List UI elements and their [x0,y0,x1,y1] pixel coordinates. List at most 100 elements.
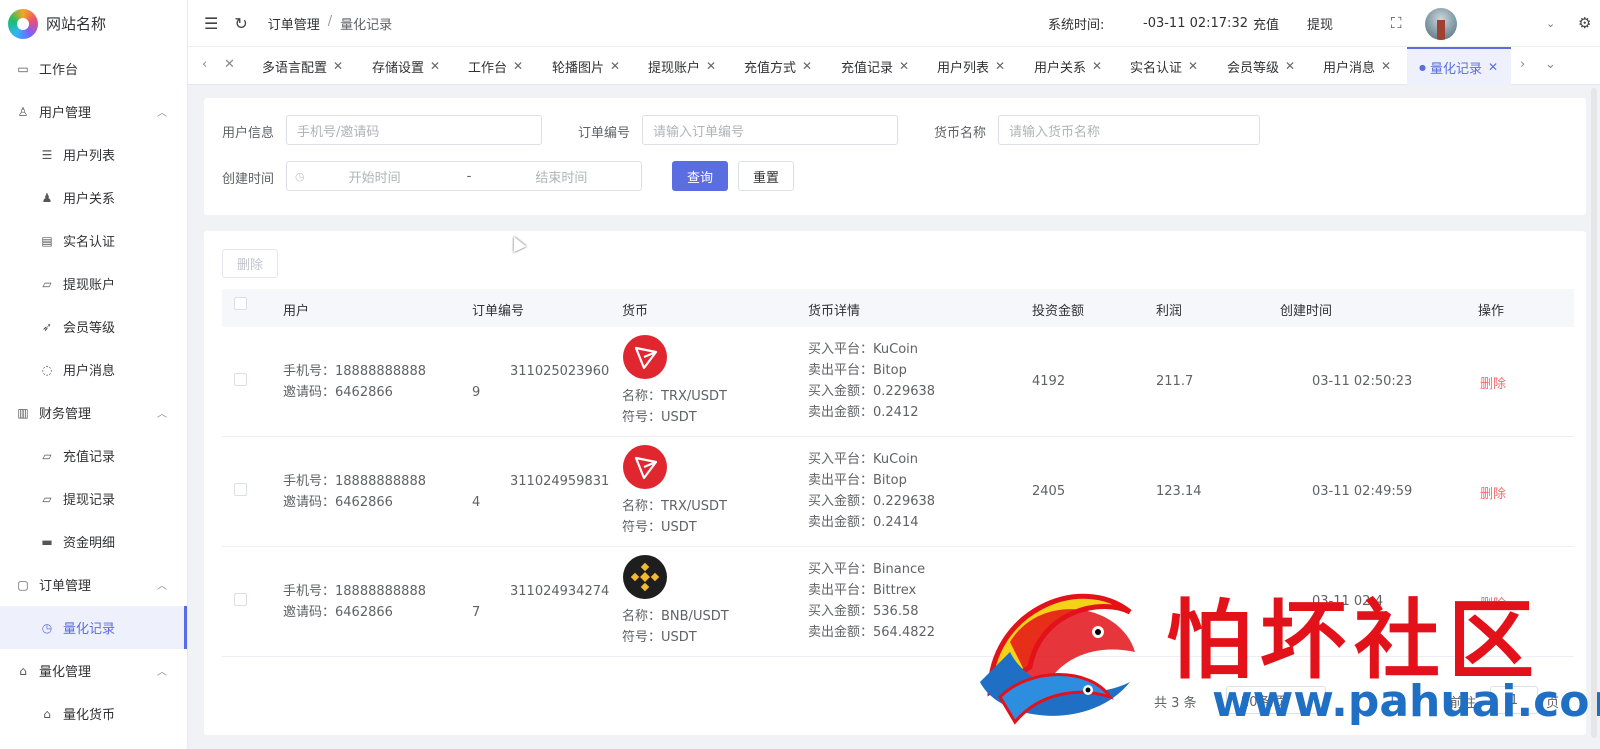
tab[interactable]: 用户关系 ✕ [1026,47,1112,85]
sidebar-item[interactable]: ▱ 提现记录 [0,477,187,520]
tab[interactable]: 充值记录 ✕ [833,47,919,85]
user-info-input[interactable]: 手机号/邀请码 [286,115,542,145]
order-no: 311025023960 [510,364,610,379]
sidebar-item[interactable]: ☰ 用户列表 [0,133,187,176]
row-delete-button[interactable]: 删除 [1480,373,1506,392]
tab[interactable]: 充值方式 ✕ [736,47,822,85]
sidebar-item[interactable]: ▤ 实名认证 [0,219,187,262]
close-icon[interactable]: ✕ [610,59,620,73]
buy-amount: 买入金额：536.58 [808,604,919,619]
sidebar-item-label: 量化货币 [63,708,116,723]
logo[interactable]: 网站名称 [0,0,187,47]
active-dot-icon: ● [1419,62,1426,72]
row-checkbox[interactable] [234,593,247,606]
order-no-input[interactable]: 请输入订单编号 [642,115,898,145]
tab[interactable]: ● 量化记录 ✕ [1407,47,1511,85]
chevron-down-icon[interactable]: ⌄ [1546,17,1555,30]
fullscreen-icon[interactable]: ⛶ [1391,14,1402,32]
gear-icon[interactable]: ⚙ [1578,14,1591,32]
sidebar-item[interactable]: ⌂ 量化管理 ︿ [0,649,187,692]
table-row: 手机号：18888888888 邀请码：6462866 311024959831 4 名… [222,437,1574,547]
close-icon[interactable]: ✕ [1381,59,1391,73]
coin-name-input[interactable]: 请输入货币名称 [998,115,1260,145]
sidebar: 网站名称 ▭ 工作台 ♙ 用户管理 ︿ ☰ 用户列表 ♟ 用户关系 ▤ 实名认证 ▱ 提现账户 ➶ 会员等级… [0,0,188,749]
withdraw-link[interactable]: 提现 [1307,14,1333,33]
refresh-icon[interactable]: ↻ [234,14,247,33]
close-icon[interactable]: ✕ [802,59,812,73]
tab[interactable]: 会员等级 ✕ [1219,47,1305,85]
breadcrumb-item[interactable]: 订单管理 [268,14,320,33]
menu-toggle-icon[interactable]: ☰ [204,14,218,33]
col-coin: 货币 [622,304,649,319]
tab[interactable]: 用户消息 ✕ [1315,47,1401,85]
chevron-up-icon: ︿ [157,409,167,420]
order-no-suffix: 9 [472,385,481,400]
sidebar-item[interactable]: ▥ 财务管理 ︿ [0,391,187,434]
row-delete-button[interactable]: 删除 [1480,483,1506,502]
sidebar-item[interactable]: ▬ 资金明细 [0,520,187,563]
close-icon[interactable]: ✕ [995,59,1005,73]
start-time-input[interactable]: 开始时间 [349,167,401,186]
sidebar-item[interactable]: ◌ 用户消息 [0,348,187,391]
sell-amount: 卖出金额：564.4822 [808,625,936,640]
coin-name-label: 货币名称 [934,126,987,141]
end-time-input[interactable]: 结束时间 [535,167,587,186]
sidebar-item-label: 充值记录 [63,450,116,465]
sidebar-item[interactable]: ➶ 会员等级 [0,305,187,348]
close-icon[interactable]: ✕ [706,59,716,73]
search-button[interactable]: 查询 [672,161,728,191]
tab-label: 量化记录 [1429,61,1482,77]
row-checkbox[interactable] [234,483,247,496]
user-invite-code: 邀请码：6462866 [283,605,393,620]
sidebar-item[interactable]: ♟ 用户关系 [0,176,187,219]
sidebar-item[interactable]: ◷ 量化记录 [0,606,187,649]
range-separator: - [466,168,472,184]
row-checkbox[interactable] [234,373,247,386]
filter-panel: 用户信息 手机号/邀请码 订单编号 请输入订单编号 货币名称 请输入货币名称 创… [204,98,1586,215]
close-icon[interactable]: ✕ [899,59,909,73]
close-icon[interactable]: ✕ [333,59,343,73]
tab-label: 实名认证 [1130,60,1183,76]
select-all-checkbox[interactable] [234,297,247,310]
sidebar-item[interactable]: ▱ 充值记录 [0,434,187,477]
close-icon[interactable]: ✕ [1488,60,1498,74]
sidebar-item-label: 订单管理 [39,579,92,594]
id-card-icon: ▤ [41,233,53,248]
sidebar-item[interactable]: ▱ 提现账户 [0,262,187,305]
sidebar-item[interactable]: ⌂ 量化货币 [0,692,187,735]
close-icon[interactable]: ✕ [430,59,440,73]
tabs-scroll-right-icon[interactable]: › [1520,57,1525,72]
tab-label: 用户列表 [937,60,990,76]
tabs-dropdown-icon[interactable]: ⌄ [1545,57,1556,72]
folder-icon: ▱ [42,276,52,291]
tab[interactable]: 轮播图片 ✕ [544,47,630,85]
chevron-up-icon: ︿ [157,667,167,678]
avatar[interactable] [1425,8,1457,40]
tab[interactable]: 用户列表 ✕ [929,47,1015,85]
tab[interactable]: 多语言配置 ✕ [254,47,350,85]
date-range-picker[interactable]: ◷ 开始时间 - 结束时间 [286,161,642,191]
sidebar-item[interactable]: ♙ 用户管理 ︿ [0,90,187,133]
tab[interactable]: 提现账户 ✕ [640,47,726,85]
sidebar-item-label: 量化管理 [39,665,92,680]
close-icon[interactable]: ✕ [1188,59,1198,73]
tab-label: 充值记录 [841,60,894,76]
sidebar-item[interactable]: ▢ 订单管理 ︿ [0,563,187,606]
buy-platform: 买入平台：KuCoin [808,452,918,467]
page-scrollbar[interactable] [1591,88,1597,738]
clock-icon: ◷ [41,620,53,635]
reset-button[interactable]: 重置 [738,161,794,191]
close-icon[interactable]: ✕ [1285,59,1295,73]
tab[interactable]: 存储设置 ✕ [364,47,450,85]
batch-delete-button[interactable]: 删除 [222,249,278,278]
user-info-label: 用户信息 [222,126,275,141]
recharge-link[interactable]: 充值 [1253,14,1279,33]
tab[interactable]: 工作台 ✕ [460,47,536,85]
tabs-scroll-left-icon[interactable]: ‹ [202,57,207,72]
close-icon[interactable]: ✕ [513,59,523,73]
sidebar-item[interactable]: ▭ 工作台 [0,47,187,90]
tab-label: 多语言配置 [262,60,328,76]
close-icon[interactable]: ✕ [1092,59,1102,73]
close-icon[interactable]: ✕ [224,57,235,72]
tab[interactable]: 实名认证 ✕ [1122,47,1208,85]
